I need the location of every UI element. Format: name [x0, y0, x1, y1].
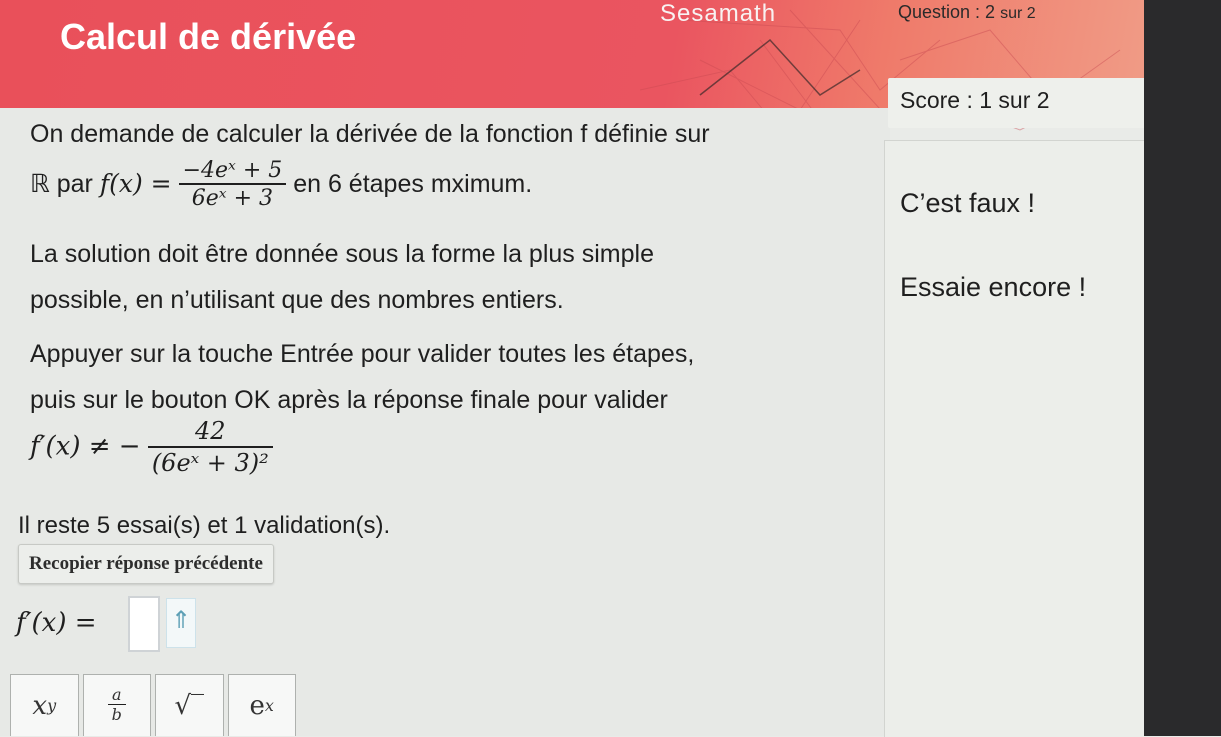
- fraction-icon-num: a: [107, 685, 126, 706]
- previous-answer-lhs: f′(x) ≠ −: [30, 431, 141, 462]
- exp-button[interactable]: ex: [227, 674, 296, 736]
- question-label: Question : 2: [898, 2, 996, 22]
- statement-line-5: Appuyer sur la touche Entrée pour valide…: [30, 340, 695, 368]
- answer-lhs: f′(x) =: [16, 608, 97, 638]
- function-numerator: −4eˣ + 5: [178, 158, 287, 186]
- sqrt-button[interactable]: √‾: [155, 674, 224, 736]
- power-base: x: [32, 690, 48, 721]
- question-counter: Question : 2 sur 2: [898, 2, 1036, 23]
- statement-line-1: On demande de calculer la dérivée de la …: [30, 120, 710, 148]
- math-toolbar: xy a b √‾ ex: [10, 674, 300, 736]
- feedback-wrong: C’est faux !: [900, 188, 1036, 218]
- statement-line-3: La solution doit être donnée sous la for…: [30, 240, 654, 268]
- statement-line-2: ℝ par f(x) = −4eˣ + 5 6eˣ + 3 en 6 étape…: [30, 158, 532, 213]
- statement-line-4: possible, en n’utilisant que des nombres…: [30, 286, 564, 314]
- function-denominator: 6eˣ + 3: [191, 186, 274, 212]
- function-lhs: f(x) =: [99, 169, 172, 199]
- exp-base: e: [249, 690, 265, 721]
- sqrt-icon: √‾: [174, 690, 205, 721]
- exp-exponent: x: [264, 696, 274, 715]
- question-total: sur 2: [1000, 5, 1036, 22]
- statement-suffix: en 6 étapes mximum.: [293, 170, 533, 199]
- copy-previous-answer-button[interactable]: Recopier réponse précédente: [18, 544, 274, 584]
- score-box: Score : 1 sur 2: [888, 78, 1146, 128]
- feedback-retry: Essaie encore !: [900, 272, 1087, 302]
- screen-edge: [1144, 0, 1221, 736]
- feedback-panel: [884, 140, 1145, 737]
- score-text: Score : 1 sur 2: [900, 87, 1050, 113]
- page-title: Calcul de dérivée: [60, 16, 357, 57]
- fraction-icon-den: b: [111, 705, 122, 725]
- function-fraction: −4eˣ + 5 6eˣ + 3: [178, 158, 287, 213]
- power-button[interactable]: xy: [10, 674, 79, 736]
- previous-answer: f′(x) ≠ − 42 (6eˣ + 3)²: [30, 417, 273, 478]
- answer-input[interactable]: [128, 596, 160, 652]
- sesamath-logo: Sesamath: [660, 0, 777, 27]
- up-arrow-icon[interactable]: ⇑: [166, 598, 196, 648]
- remaining-attempts: Il reste 5 essai(s) et 1 validation(s).: [18, 512, 391, 539]
- power-exponent: y: [47, 696, 57, 715]
- statement-prefix: ℝ par: [30, 170, 93, 199]
- previous-answer-numerator: 42: [147, 417, 273, 448]
- fraction-button[interactable]: a b: [82, 674, 151, 736]
- statement-line-6: puis sur le bouton OK après la réponse f…: [30, 386, 668, 414]
- previous-answer-denominator: (6eˣ + 3)²: [151, 448, 269, 477]
- previous-answer-fraction: 42 (6eˣ + 3)²: [147, 417, 273, 478]
- fraction-icon: a b: [107, 685, 126, 725]
